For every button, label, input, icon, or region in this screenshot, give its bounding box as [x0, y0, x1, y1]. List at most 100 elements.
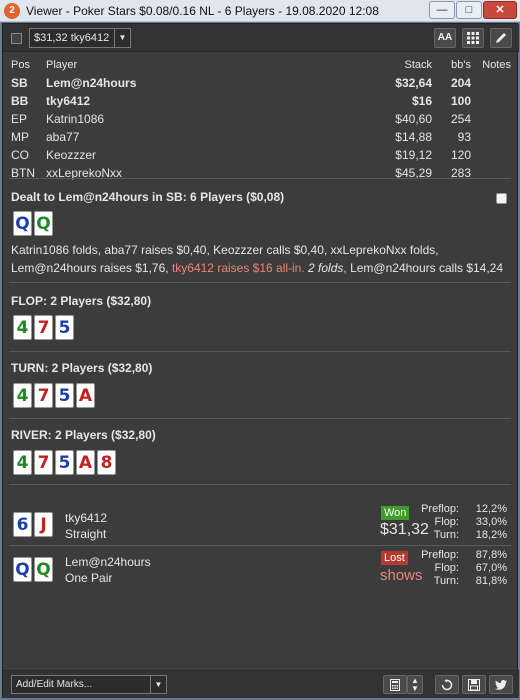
equity-value: 87,8%	[475, 549, 507, 561]
equity-value: 18,2%	[475, 529, 507, 541]
player-stack: $45,29	[395, 166, 432, 180]
player-bbs: 100	[450, 94, 471, 108]
won-badge: Won	[381, 506, 410, 520]
top-toolbar: $31,32 tky6412 ▼ AA	[3, 24, 519, 52]
equity-list: Preflop: 12,2% Flop: 33,0% Turn: 18,2%	[407, 503, 507, 543]
equity-label: Flop:	[434, 562, 459, 574]
hand-select-value: $31,32 tky6412	[34, 32, 110, 44]
up-down-icon[interactable]: ▲ ▼	[407, 675, 423, 694]
flop-cards: 475	[13, 315, 74, 340]
playing-card: J	[34, 512, 53, 537]
marks-select[interactable]: Add/Edit Marks... ▼	[11, 675, 167, 694]
action-hero-raise: Lem@n24hours raises $1,76,	[11, 261, 172, 275]
turn-title: TURN: 2 Players ($32,80)	[11, 361, 153, 375]
playing-card: 5	[55, 450, 74, 475]
playing-card: 4	[13, 383, 32, 408]
player-row[interactable]: EP Katrin1086 $40,60 254	[3, 110, 519, 128]
playing-card: 5	[55, 383, 74, 408]
playing-card: 6	[13, 512, 32, 537]
result-player: Lem@n24hours	[65, 555, 151, 569]
player-name: tky6412	[46, 94, 91, 108]
app-icon: 2	[4, 3, 20, 19]
select-checkbox[interactable]	[11, 33, 22, 44]
header-player[interactable]: Player	[46, 56, 77, 74]
playing-card: Q	[34, 211, 53, 236]
hand-mark-checkbox[interactable]	[496, 193, 507, 204]
header-notes[interactable]: Notes	[482, 56, 511, 74]
player-pos: CO	[11, 148, 29, 162]
player-row[interactable]: SB Lem@n24hours $32,64 204	[3, 74, 519, 92]
result-cards: 6J	[13, 512, 53, 537]
result-hand: Straight	[65, 527, 107, 541]
pencil-icon[interactable]	[490, 28, 512, 48]
player-pos: SB	[11, 76, 28, 90]
maximize-button[interactable]: □	[456, 1, 482, 19]
chevron-down-icon: ▼	[150, 676, 166, 693]
river-title: RIVER: 2 Players ($32,80)	[11, 428, 156, 442]
title-bar: 2 Viewer - Poker Stars $0.08/0.16 NL - 6…	[0, 0, 520, 22]
result-hand: One Pair	[65, 571, 113, 585]
minimize-button[interactable]: —	[429, 1, 455, 19]
header-pos[interactable]: Pos	[11, 56, 30, 74]
font-size-button[interactable]: AA	[434, 28, 456, 48]
result-player: tky6412	[65, 511, 108, 525]
marks-select-label: Add/Edit Marks...	[16, 679, 93, 690]
player-name: Keozzzer	[46, 148, 97, 162]
playing-card: Q	[34, 557, 53, 582]
preflop-actions-line1: Katrin1086 folds, aba77 raises $0,40, Ke…	[11, 243, 439, 257]
playing-card: 7	[34, 383, 53, 408]
player-bbs: 204	[450, 76, 471, 90]
equity-value: 81,8%	[475, 575, 507, 587]
lost-badge: Lost	[381, 551, 408, 565]
hand-select[interactable]: $31,32 tky6412 ▼	[29, 28, 131, 48]
window-title: Viewer - Poker Stars $0.08/0.16 NL - 6 P…	[26, 4, 379, 18]
twitter-icon[interactable]	[489, 675, 513, 694]
playing-card: 7	[34, 450, 53, 475]
chevron-down-icon: ▼	[114, 29, 130, 47]
player-bbs: 254	[450, 112, 471, 126]
playing-card: 4	[13, 315, 32, 340]
save-icon[interactable]	[462, 675, 486, 694]
grid-icon[interactable]	[462, 28, 484, 48]
equity-label: Preflop:	[421, 503, 459, 515]
playing-card: A	[76, 383, 95, 408]
playing-card: Q	[13, 557, 32, 582]
river-cards: 475A8	[13, 450, 116, 475]
player-row[interactable]: CO Keozzzer $19,12 120	[3, 146, 519, 164]
divider	[9, 484, 511, 485]
player-bbs: 93	[457, 130, 471, 144]
header-stack[interactable]: Stack	[404, 56, 432, 74]
playing-card: 5	[55, 315, 74, 340]
hero-cards: QQ	[13, 211, 53, 236]
player-pos: BB	[11, 94, 29, 108]
hand-viewer-panel: $31,32 tky6412 ▼ AA Pos Player Stack bb'…	[2, 23, 519, 698]
calculator-icon[interactable]	[383, 675, 407, 694]
player-name: aba77	[46, 130, 80, 144]
playing-card: 7	[34, 315, 53, 340]
result-cards: QQ	[13, 557, 53, 582]
divider	[9, 178, 511, 179]
player-stack: $32,64	[395, 76, 432, 90]
equity-label: Preflop:	[421, 549, 459, 561]
action-allin: tky6412 raises $16 all-in.	[171, 261, 305, 275]
player-bbs: 283	[450, 166, 471, 180]
preflop-title: Dealt to Lem@n24hours in SB: 6 Players (…	[11, 190, 285, 204]
close-button[interactable]: ✕	[483, 1, 517, 19]
player-row[interactable]: MP aba77 $14,88 93	[3, 128, 519, 146]
bottom-toolbar: Add/Edit Marks... ▼ ▲ ▼	[3, 670, 519, 698]
equity-value: 67,0%	[475, 562, 507, 574]
playing-card: Q	[13, 211, 32, 236]
action-folds: 2 folds	[304, 261, 344, 275]
equity-label: Turn:	[433, 575, 459, 587]
divider	[9, 282, 511, 283]
player-row[interactable]: BB tky6412 $16 100	[3, 92, 519, 110]
player-row[interactable]: BTN xxLeprekoNxx $45,29 283	[3, 164, 519, 182]
replay-icon[interactable]	[435, 675, 459, 694]
equity-label: Flop:	[434, 516, 459, 528]
equity-value: 33,0%	[475, 516, 507, 528]
divider	[9, 418, 511, 419]
preflop-actions: Katrin1086 folds, aba77 raises $0,40, Ke…	[11, 241, 506, 277]
divider	[9, 545, 511, 546]
header-bbs[interactable]: bb's	[451, 56, 471, 74]
player-pos: EP	[11, 112, 28, 126]
